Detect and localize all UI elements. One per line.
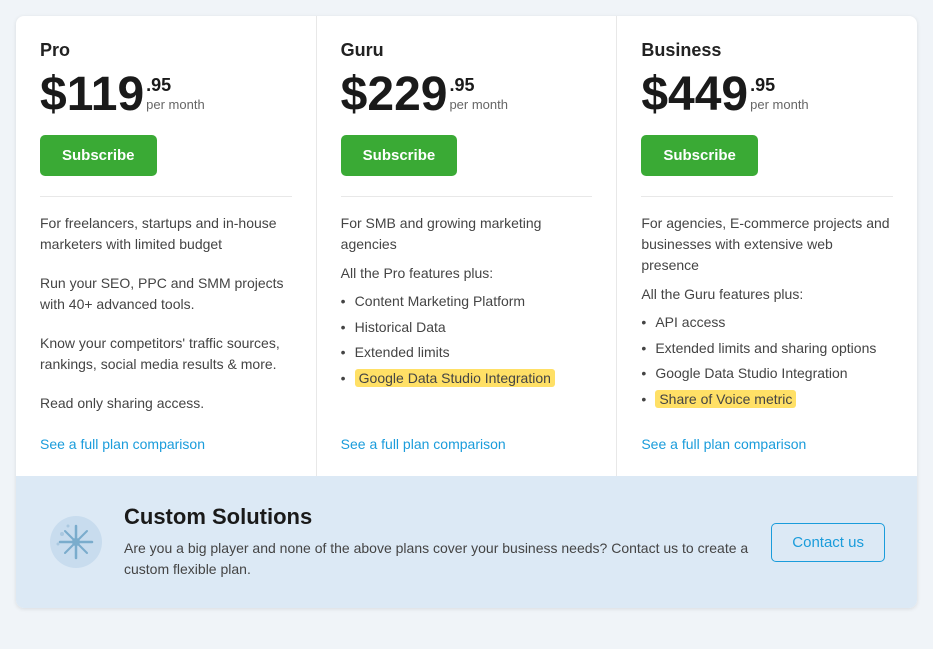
plan-name-guru: Guru bbox=[341, 40, 593, 61]
business-feature-3-highlight: Share of Voice metric bbox=[655, 390, 796, 408]
plan-price-details-business: .95 per month bbox=[750, 71, 809, 112]
business-desc-0: For agencies, E-commerce projects and bu… bbox=[641, 213, 893, 276]
pro-desc-0: For freelancers, startups and in-house m… bbox=[40, 213, 292, 255]
pro-desc-1: Run your SEO, PPC and SMM projects with … bbox=[40, 273, 292, 315]
custom-solutions-description: Are you a big player and none of the abo… bbox=[124, 538, 751, 580]
pro-descriptions: For freelancers, startups and in-house m… bbox=[40, 213, 292, 424]
plan-card-pro: Pro $119 .95 per month Subscribe For fre… bbox=[16, 16, 317, 476]
divider-guru bbox=[341, 196, 593, 197]
business-features-header: All the Guru features plus: bbox=[641, 286, 893, 302]
plan-name-business: Business bbox=[641, 40, 893, 61]
divider-pro bbox=[40, 196, 292, 197]
guru-desc-0: For SMB and growing marketing agencies bbox=[341, 213, 593, 255]
plan-price-main-business: $449 bbox=[641, 71, 748, 119]
pro-desc-2: Know your competitors' traffic sources, … bbox=[40, 333, 292, 375]
plan-price-details-pro: .95 per month bbox=[146, 71, 205, 112]
custom-solutions-title: Custom Solutions bbox=[124, 504, 751, 530]
subscribe-button-business[interactable]: Subscribe bbox=[641, 135, 758, 176]
guru-features-list: Content Marketing Platform Historical Da… bbox=[341, 289, 593, 391]
subscribe-button-pro[interactable]: Subscribe bbox=[40, 135, 157, 176]
business-features-list: API access Extended limits and sharing o… bbox=[641, 310, 893, 412]
contact-us-button[interactable]: Contact us bbox=[771, 523, 885, 562]
plan-price-main-guru: $229 bbox=[341, 71, 448, 119]
divider-business bbox=[641, 196, 893, 197]
custom-solutions-icon bbox=[48, 514, 104, 570]
business-feature-1: Extended limits and sharing options bbox=[641, 336, 893, 362]
subscribe-button-guru[interactable]: Subscribe bbox=[341, 135, 458, 176]
guru-feature-0: Content Marketing Platform bbox=[341, 289, 593, 315]
plan-price-cents-business: .95 bbox=[750, 75, 809, 97]
custom-solutions-text: Custom Solutions Are you a big player an… bbox=[124, 504, 751, 580]
plan-price-row-business: $449 .95 per month bbox=[641, 71, 893, 119]
guru-feature-2: Extended limits bbox=[341, 340, 593, 366]
plan-price-cents-guru: .95 bbox=[449, 75, 508, 97]
plan-price-main-pro: $119 bbox=[40, 71, 144, 119]
plan-price-period-business: per month bbox=[750, 97, 809, 112]
pro-desc-3: Read only sharing access. bbox=[40, 393, 292, 414]
plan-card-business: Business $449 .95 per month Subscribe Fo… bbox=[617, 16, 917, 476]
plans-grid: Pro $119 .95 per month Subscribe For fre… bbox=[16, 16, 917, 476]
plan-price-row-pro: $119 .95 per month bbox=[40, 71, 292, 119]
plan-price-row-guru: $229 .95 per month bbox=[341, 71, 593, 119]
custom-solutions-section: Custom Solutions Are you a big player an… bbox=[16, 476, 917, 608]
plan-name-pro: Pro bbox=[40, 40, 292, 61]
guru-features-header: All the Pro features plus: bbox=[341, 265, 593, 281]
plan-price-period-pro: per month bbox=[146, 97, 205, 112]
business-feature-0: API access bbox=[641, 310, 893, 336]
pricing-page: Pro $119 .95 per month Subscribe For fre… bbox=[16, 16, 917, 608]
see-plan-link-guru[interactable]: See a full plan comparison bbox=[341, 436, 593, 452]
business-feature-2: Google Data Studio Integration bbox=[641, 361, 893, 387]
guru-feature-3: Google Data Studio Integration bbox=[341, 366, 593, 392]
see-plan-link-business[interactable]: See a full plan comparison bbox=[641, 436, 893, 452]
plan-card-guru: Guru $229 .95 per month Subscribe For SM… bbox=[317, 16, 618, 476]
plan-price-period-guru: per month bbox=[449, 97, 508, 112]
business-feature-3: Share of Voice metric bbox=[641, 387, 893, 413]
plan-price-details-guru: .95 per month bbox=[449, 71, 508, 112]
see-plan-link-pro[interactable]: See a full plan comparison bbox=[40, 436, 292, 452]
guru-feature-1: Historical Data bbox=[341, 315, 593, 341]
plan-price-cents-pro: .95 bbox=[146, 75, 205, 97]
guru-feature-3-highlight: Google Data Studio Integration bbox=[355, 369, 555, 387]
